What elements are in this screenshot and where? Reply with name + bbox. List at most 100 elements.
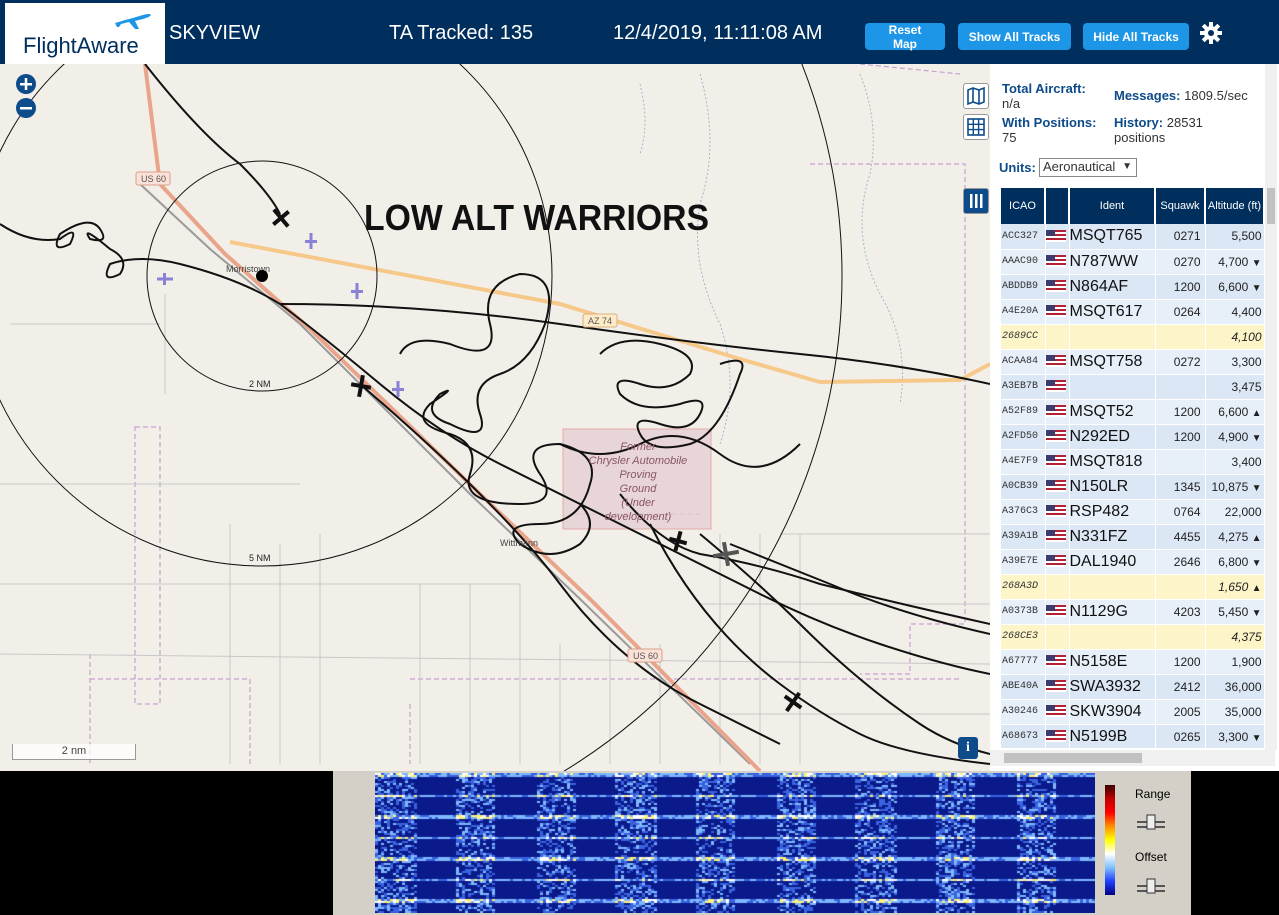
- trend-icon: ▼: [1251, 482, 1262, 494]
- altitude-value: 4,100: [1231, 329, 1262, 344]
- wittmann-label: Wittmann: [500, 538, 538, 548]
- flag-cell: [1045, 299, 1070, 325]
- aircraft-icon: [783, 691, 803, 713]
- icao-cell: A0373B: [1001, 599, 1046, 625]
- scroll-thumb[interactable]: [1004, 753, 1142, 763]
- map-canvas[interactable]: US 60 US 60 AZ 74 Morristown Wittmann 2 …: [0, 64, 990, 771]
- messages-value: 1809.5/sec: [1184, 88, 1248, 103]
- table-row[interactable]: A39A1B N331FZ 4455 4,275 ▲: [1001, 524, 1265, 550]
- messages-stat: Messages: 1809.5/sec: [1114, 88, 1264, 103]
- table-row[interactable]: A376C3 RSP482 0764 22,000: [1001, 499, 1265, 525]
- altitude-value: 22,000: [1224, 504, 1262, 519]
- table-row[interactable]: A30246 SKW3904 2005 35,000: [1001, 699, 1265, 725]
- altitude-value: 6,600: [1218, 404, 1249, 419]
- zoom-in-icon[interactable]: [15, 73, 37, 95]
- col-icao[interactable]: ICAO: [1001, 188, 1046, 224]
- altitude-cell: 3,400: [1205, 449, 1265, 475]
- show-all-tracks-button[interactable]: Show All Tracks: [958, 23, 1071, 50]
- flightaware-logo[interactable]: FlightAware: [5, 3, 165, 64]
- info-button[interactable]: i: [958, 737, 978, 759]
- columns-button[interactable]: [963, 188, 989, 214]
- altitude-cell: 4,100: [1205, 324, 1265, 350]
- trend-icon: ▼: [1251, 607, 1262, 619]
- trend-icon: ▲: [1251, 532, 1262, 544]
- table-row[interactable]: A4E7F9 MSQT818 3,400: [1001, 449, 1265, 475]
- vertical-scrollbar[interactable]: [1265, 64, 1277, 750]
- icao-cell: A39A1B: [1001, 524, 1046, 550]
- flag-cell: [1045, 274, 1070, 300]
- table-row[interactable]: 2689CC 4,100: [1001, 324, 1265, 350]
- ident-cell: SWA3932: [1069, 674, 1156, 700]
- table-row[interactable]: ACC327 MSQT765 0271 5,500: [1001, 224, 1265, 250]
- map-layer-button[interactable]: [963, 83, 989, 109]
- icao-cell: A30246: [1001, 699, 1046, 725]
- col-flag[interactable]: [1045, 188, 1070, 224]
- table-row[interactable]: A3EB7B 3,475: [1001, 374, 1265, 400]
- range-label: Range: [1135, 787, 1171, 801]
- table-row[interactable]: A0CB39 N150LR 1345 10,875 ▼: [1001, 474, 1265, 500]
- table-row[interactable]: AAAC90 N787WW 0270 4,700 ▼: [1001, 249, 1265, 275]
- squawk-cell: 2646: [1155, 549, 1206, 575]
- ident-cell: N864AF: [1069, 274, 1156, 300]
- table-row[interactable]: 268CE3 4,375: [1001, 624, 1265, 650]
- grid-button[interactable]: [963, 114, 989, 140]
- altitude-cell: 3,475: [1205, 374, 1265, 400]
- ident-cell: MSQT758: [1069, 349, 1156, 375]
- table-row[interactable]: A68673 N5199B 0265 3,300 ▼: [1001, 724, 1265, 748]
- ident-cell: N331FZ: [1069, 524, 1156, 550]
- col-ident[interactable]: Ident: [1069, 188, 1156, 224]
- ident-cell: [1069, 374, 1156, 400]
- us-flag-icon: [1045, 530, 1066, 543]
- waterfall-area: Range Offset: [0, 771, 1279, 915]
- flag-cell: [1045, 349, 1070, 375]
- squawk-cell: [1155, 449, 1206, 475]
- table-row[interactable]: ABE40A SWA3932 2412 36,000: [1001, 674, 1265, 700]
- offset-slider[interactable]: [1135, 877, 1167, 895]
- aircraft-icon: [157, 273, 173, 285]
- reset-map-button[interactable]: Reset Map: [865, 23, 945, 51]
- table-row[interactable]: A0373B N1129G 4203 5,450 ▼: [1001, 599, 1265, 625]
- ident-cell: MSQT52: [1069, 399, 1156, 425]
- altitude-value: 4,275: [1218, 529, 1249, 544]
- ring-2nm-label: 2 NM: [249, 379, 271, 389]
- col-squawk[interactable]: Squawk: [1155, 188, 1206, 224]
- us-flag-icon: [1045, 255, 1066, 268]
- icao-cell: ACAA84: [1001, 349, 1046, 375]
- table-row[interactable]: A67777 N5158E 1200 1,900: [1001, 649, 1265, 675]
- chrysler-label-6: development): [605, 511, 672, 523]
- zoom-out-icon[interactable]: [15, 97, 37, 119]
- icao-cell: A39E7E: [1001, 549, 1046, 575]
- table-row[interactable]: A39E7E DAL1940 2646 6,800 ▼: [1001, 549, 1265, 575]
- units-select[interactable]: Aeronautical ▼: [1039, 158, 1137, 177]
- ident-cell: MSQT617: [1069, 299, 1156, 325]
- table-row[interactable]: ABDDB9 N864AF 1200 6,600 ▼: [1001, 274, 1265, 300]
- squawk-cell: [1155, 574, 1206, 600]
- col-altitude[interactable]: Altitude (ft): [1205, 188, 1265, 224]
- messages-label: Messages:: [1114, 88, 1181, 103]
- table-row[interactable]: A52F89 MSQT52 1200 6,600 ▲: [1001, 399, 1265, 425]
- range-slider[interactable]: [1135, 813, 1167, 831]
- with-positions-label: With Positions:: [1002, 115, 1097, 130]
- us-flag-icon: [1045, 730, 1066, 743]
- us-flag-icon: [1045, 555, 1066, 568]
- altitude-cell: 6,800 ▼: [1205, 549, 1265, 575]
- icao-cell: A68673: [1001, 724, 1046, 748]
- map-view[interactable]: US 60 US 60 AZ 74 Morristown Wittmann 2 …: [0, 64, 990, 771]
- scroll-thumb[interactable]: [1267, 188, 1275, 224]
- icao-cell: AAAC90: [1001, 249, 1046, 275]
- aircraft-icons[interactable]: [266, 203, 807, 717]
- horizontal-scrollbar[interactable]: [990, 750, 1275, 766]
- ident-cell: DAL1940: [1069, 549, 1156, 575]
- table-row[interactable]: A4E20A MSQT617 0264 4,400: [1001, 299, 1265, 325]
- chrysler-label-1: Former: [620, 441, 657, 453]
- table-row[interactable]: A2FD50 N292ED 1200 4,900 ▼: [1001, 424, 1265, 450]
- table-row[interactable]: 268A3D 1,650 ▲: [1001, 574, 1265, 600]
- tracked-count: TA Tracked: 135: [389, 22, 534, 44]
- hide-all-tracks-button[interactable]: Hide All Tracks: [1083, 23, 1189, 50]
- table-row[interactable]: ACAA84 MSQT758 0272 3,300: [1001, 349, 1265, 375]
- flag-cell: [1045, 549, 1070, 575]
- gear-icon[interactable]: [1199, 21, 1223, 45]
- altitude-value: 10,875: [1211, 479, 1249, 494]
- squawk-cell: [1155, 624, 1206, 650]
- us-flag-icon: [1045, 380, 1066, 393]
